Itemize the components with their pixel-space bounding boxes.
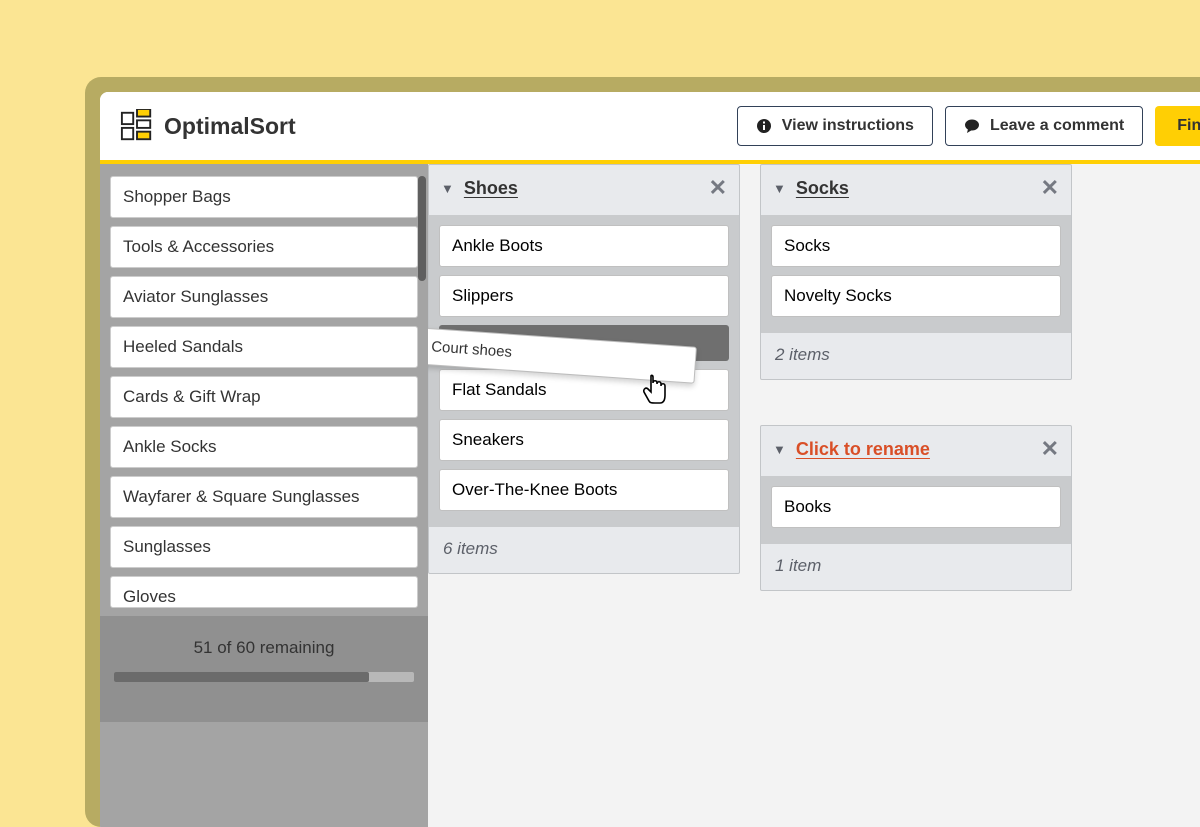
group-title[interactable]: Shoes [464, 178, 518, 199]
app-window: OptimalSort View instructions Leave a co… [100, 92, 1200, 827]
group-card[interactable]: Socks [771, 225, 1061, 267]
group-title-rename[interactable]: Click to rename [796, 439, 930, 460]
close-icon[interactable]: ✕ [1041, 175, 1059, 201]
unsorted-card-list: Shopper Bags Tools & Accessories Aviator… [100, 164, 428, 616]
group-item-count: 6 items [429, 527, 739, 573]
collapse-icon[interactable]: ▼ [773, 181, 786, 196]
app-title: OptimalSort [164, 113, 296, 140]
remaining-bar: 51 of 60 remaining [100, 616, 428, 722]
unsorted-sidebar: Shopper Bags Tools & Accessories Aviator… [100, 164, 428, 827]
unsorted-card[interactable]: Shopper Bags [110, 176, 418, 218]
unsorted-card[interactable]: Cards & Gift Wrap [110, 376, 418, 418]
group-body[interactable]: Socks Novelty Socks [761, 215, 1071, 333]
progress-fill [114, 672, 369, 682]
group-untitled[interactable]: ▼ Click to rename ✕ Books 1 item [760, 425, 1072, 591]
group-socks[interactable]: ▼ Socks ✕ Socks Novelty Socks 2 items [760, 164, 1072, 380]
collapse-icon[interactable]: ▼ [773, 442, 786, 457]
group-card[interactable]: Ankle Boots [439, 225, 729, 267]
progress-track [114, 672, 414, 682]
group-card[interactable]: Over-The-Knee Boots [439, 469, 729, 511]
view-instructions-label: View instructions [782, 117, 914, 135]
group-card[interactable]: Novelty Socks [771, 275, 1061, 317]
scrollbar-thumb[interactable] [418, 176, 426, 281]
app-logo: OptimalSort [120, 109, 296, 143]
group-card[interactable]: Sneakers [439, 419, 729, 461]
unsorted-card[interactable]: Sunglasses [110, 526, 418, 568]
workspace: Shopper Bags Tools & Accessories Aviator… [100, 164, 1200, 827]
top-bar-actions: View instructions Leave a comment Finish… [737, 106, 1200, 146]
leave-comment-button[interactable]: Leave a comment [945, 106, 1143, 146]
collapse-icon[interactable]: ▼ [441, 181, 454, 196]
unsorted-card[interactable]: Aviator Sunglasses [110, 276, 418, 318]
view-instructions-button[interactable]: View instructions [737, 106, 933, 146]
group-item-count: 1 item [761, 544, 1071, 590]
close-icon[interactable]: ✕ [709, 175, 727, 201]
remaining-text: 51 of 60 remaining [194, 638, 335, 657]
optimalsort-logo-icon [120, 109, 154, 143]
top-bar: OptimalSort View instructions Leave a co… [100, 92, 1200, 164]
unsorted-card[interactable]: Gloves [110, 576, 418, 608]
app-frame: OptimalSort View instructions Leave a co… [85, 77, 1200, 827]
close-icon[interactable]: ✕ [1041, 436, 1059, 462]
group-item-count: 2 items [761, 333, 1071, 379]
unsorted-card[interactable]: Heeled Sandals [110, 326, 418, 368]
group-card[interactable]: Books [771, 486, 1061, 528]
sorting-canvas[interactable]: ▼ Shoes ✕ Ankle Boots Slippers Flat Sand… [428, 164, 1200, 827]
unsorted-card[interactable]: Ankle Socks [110, 426, 418, 468]
unsorted-card[interactable]: Tools & Accessories [110, 226, 418, 268]
group-card[interactable]: Slippers [439, 275, 729, 317]
info-icon [756, 118, 772, 134]
unsorted-card[interactable]: Wayfarer & Square Sunglasses [110, 476, 418, 518]
group-title[interactable]: Socks [796, 178, 849, 199]
comment-icon [964, 118, 980, 134]
group-body[interactable]: Books [761, 476, 1071, 544]
finished-button[interactable]: Finished [1155, 106, 1200, 146]
leave-comment-label: Leave a comment [990, 117, 1124, 135]
